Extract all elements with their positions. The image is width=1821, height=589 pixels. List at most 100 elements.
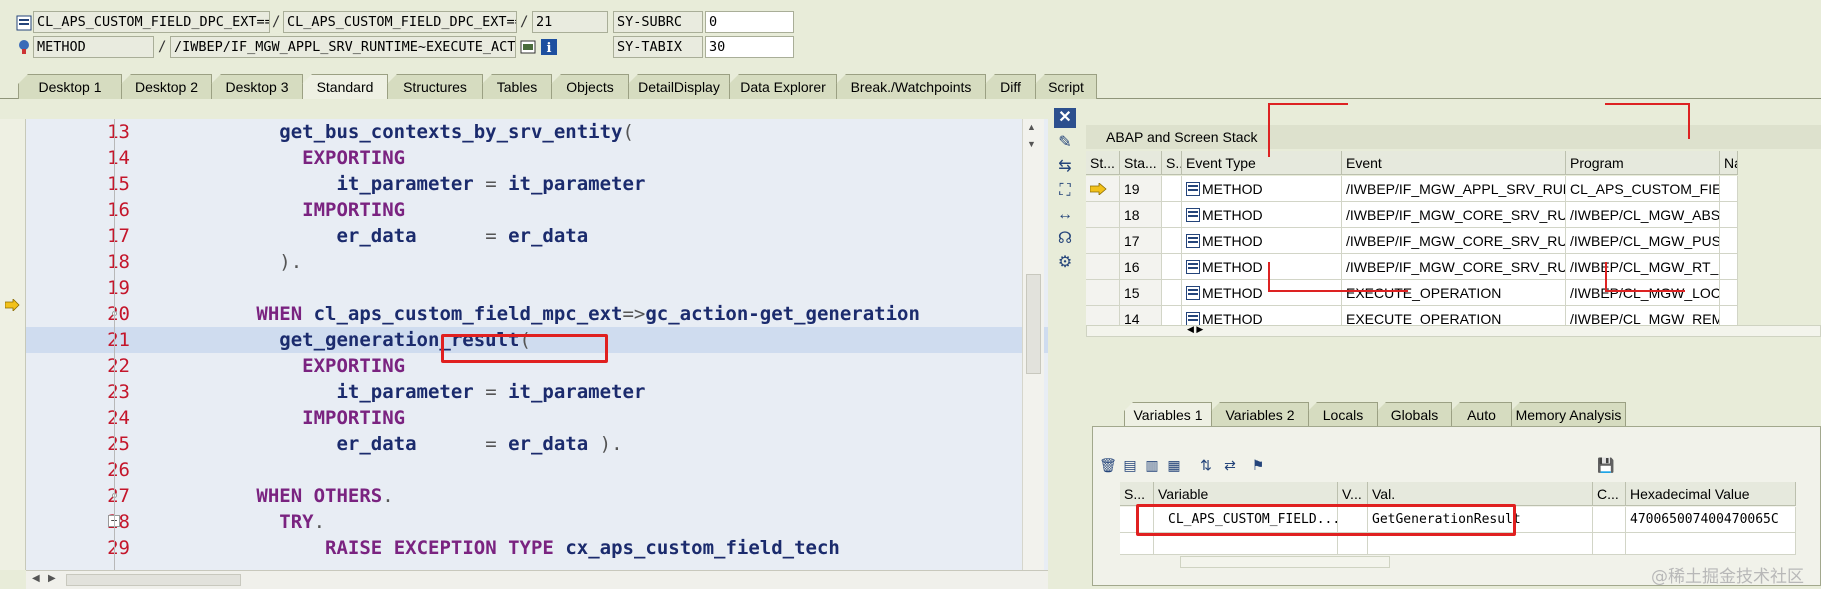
stack-cell[interactable]: METHOD	[1182, 176, 1342, 202]
stack-cell[interactable]	[1086, 202, 1120, 228]
stack-cell[interactable]: /IWBEP/CL_MGW_RT_D...	[1566, 254, 1720, 280]
variables-3-icon[interactable]: ▦	[1164, 456, 1184, 474]
stack-header-5[interactable]: Program	[1566, 151, 1720, 175]
stack-cell[interactable]	[1162, 254, 1182, 280]
tab-script[interactable]: Script	[1035, 74, 1097, 99]
sysvar2-value-field[interactable]: 30	[705, 36, 794, 58]
variables-icon[interactable]: ▤	[1120, 456, 1140, 474]
sort-icon[interactable]: ⇅	[1196, 456, 1216, 474]
display-object-icon[interactable]	[520, 39, 536, 55]
stack-cell[interactable]	[1720, 254, 1738, 280]
stack-cell[interactable]	[1720, 228, 1738, 254]
stack-hscroll[interactable]: ◀ ▶	[1086, 324, 1821, 337]
stack-cell[interactable]: METHOD	[1182, 254, 1342, 280]
tab-desktop-1[interactable]: Desktop 1	[18, 74, 122, 99]
stack-cell[interactable]	[1162, 202, 1182, 228]
stack-cell[interactable]: 18	[1120, 202, 1162, 228]
stack-header-4[interactable]: Event	[1342, 151, 1566, 175]
code-line-25[interactable]: 25 er_data = er_data ).	[26, 431, 1048, 457]
stack-header-1[interactable]: Sta...	[1120, 151, 1162, 175]
event-field[interactable]: /IWBEP/IF_MGW_APPL_SRV_RUNTIME~EXECUTE_A…	[170, 36, 516, 58]
tab-objects[interactable]: Objects	[551, 74, 629, 99]
program-field[interactable]: CL_APS_CUSTOM_FIELD_DPC_EXT==...	[33, 11, 270, 33]
var-tab-3[interactable]: Globals	[1377, 402, 1452, 427]
stack-cell[interactable]: /IWBEP/CL_MGW_PUSH...	[1566, 228, 1720, 254]
var-header-3[interactable]: Val.	[1368, 482, 1593, 506]
stack-cell[interactable]: 15	[1120, 280, 1162, 306]
scroll-left-icon[interactable]: ◀ ▶	[1187, 324, 1203, 335]
tab-data-explorer[interactable]: Data Explorer	[729, 74, 837, 99]
code-line-16[interactable]: 16 IMPORTING	[26, 197, 1048, 223]
variables-hscroll[interactable]	[1180, 556, 1390, 568]
sysvar-value-field[interactable]: 0	[705, 11, 794, 33]
var-header-4[interactable]: C...	[1593, 482, 1626, 506]
stack-cell[interactable]	[1086, 254, 1120, 280]
stack-cell[interactable]	[1720, 202, 1738, 228]
variables-2-icon[interactable]: ▥	[1142, 456, 1162, 474]
var-header-5[interactable]: Hexadecimal Value	[1626, 482, 1796, 506]
transfer-icon[interactable]: ⇄	[1220, 456, 1240, 474]
code-line-15[interactable]: 15 it_parameter = it_parameter	[26, 171, 1048, 197]
stack-cell[interactable]: METHOD	[1182, 202, 1342, 228]
stack-cell[interactable]: /IWBEP/IF_MGW_CORE_SRV_RUNTI...	[1342, 202, 1566, 228]
editor-vertical-scrollbar[interactable]: ▲ ▼	[1022, 119, 1044, 570]
close-icon[interactable]: ✕	[1054, 108, 1076, 128]
stack-cell[interactable]: EXECUTE_OPERATION	[1342, 280, 1566, 306]
var-header-2[interactable]: V...	[1338, 482, 1368, 506]
code-line-24[interactable]: 24 IMPORTING	[26, 405, 1048, 431]
code-line-14[interactable]: 14 EXPORTING	[26, 145, 1048, 171]
code-line-20[interactable]: 20 WHEN cl_aps_custom_field_mpc_ext=>gc_…	[26, 301, 1048, 327]
info-icon[interactable]: i	[541, 39, 557, 56]
h-scroll-thumb[interactable]	[66, 574, 241, 586]
scroll-up-icon[interactable]: ▲	[1027, 122, 1036, 132]
code-line-13[interactable]: 13 get_bus_contexts_by_srv_entity(	[26, 119, 1048, 145]
sysvar-name-field[interactable]: SY-SUBRC	[613, 11, 703, 33]
stack-cell[interactable]	[1162, 228, 1182, 254]
var-empty-cell[interactable]	[1338, 533, 1368, 555]
var-empty-cell[interactable]	[1120, 533, 1154, 555]
code-line-27[interactable]: 27 WHEN OTHERS.	[26, 483, 1048, 509]
stack-cell[interactable]: METHOD	[1182, 228, 1342, 254]
sysvar2-name-field[interactable]: SY-TABIX	[613, 36, 703, 58]
stack-cell[interactable]: /IWBEP/IF_MGW_CORE_SRV_RUNTI...	[1342, 228, 1566, 254]
maximize-icon[interactable]: ⛶	[1054, 181, 1076, 201]
current-frame-arrow-icon[interactable]	[1086, 176, 1120, 202]
stack-cell[interactable]	[1162, 176, 1182, 202]
var-tab-0[interactable]: Variables 1	[1124, 402, 1212, 427]
code-line-29[interactable]: 29 RAISE EXCEPTION TYPE cx_aps_custom_fi…	[26, 535, 1048, 561]
scroll-right-icon[interactable]: ▶	[48, 573, 56, 584]
tab-desktop-3[interactable]: Desktop 3	[211, 74, 303, 99]
stack-cell[interactable]: CL_APS_CUSTOM_FIELD...	[1566, 176, 1720, 202]
stack-cell[interactable]: /IWBEP/CL_MGW_LOCA...	[1566, 280, 1720, 306]
code-line-26[interactable]: 26	[26, 457, 1048, 483]
code-line-28[interactable]: 28 TRY.−	[26, 509, 1048, 535]
stack-cell[interactable]	[1086, 228, 1120, 254]
stack-header-0[interactable]: St...	[1086, 151, 1120, 175]
var-tab-5[interactable]: Memory Analysis	[1511, 402, 1626, 427]
tab-structures[interactable]: Structures	[387, 74, 483, 99]
stack-header-3[interactable]: Event Type	[1182, 151, 1342, 175]
stack-cell[interactable]: METHOD	[1182, 280, 1342, 306]
line-field[interactable]: 21	[532, 11, 608, 33]
var-tab-1[interactable]: Variables 2	[1211, 402, 1309, 427]
include-field[interactable]: CL_APS_CUSTOM_FIELD_DPC_EXT==...	[283, 11, 517, 33]
var-tab-4[interactable]: Auto	[1451, 402, 1512, 427]
stack-cell[interactable]	[1162, 280, 1182, 306]
editor-horizontal-scrollbar[interactable]: ◀ ▶	[26, 570, 1048, 589]
stack-cell[interactable]	[1720, 176, 1738, 202]
stack-cell[interactable]	[1720, 280, 1738, 306]
var-empty-cell[interactable]	[1593, 533, 1626, 555]
code-line-17[interactable]: 17 er_data = er_data	[26, 223, 1048, 249]
stack-header-6[interactable]: Na	[1720, 151, 1738, 175]
delete-icon[interactable]: 🗑	[1098, 456, 1118, 474]
resize-icon[interactable]: ↔	[1054, 205, 1076, 225]
tab-desktop-2[interactable]: Desktop 2	[121, 74, 212, 99]
code-line-18[interactable]: 18 ).	[26, 249, 1048, 275]
scroll-left-icon[interactable]: ◀	[32, 573, 40, 584]
var-tab-2[interactable]: Locals	[1308, 402, 1378, 427]
save-icon[interactable]: 💾	[1596, 456, 1616, 474]
filter-icon[interactable]: ⚑	[1248, 456, 1268, 474]
stack-cell[interactable]: 17	[1120, 228, 1162, 254]
tab-detaildisplay[interactable]: DetailDisplay	[628, 74, 730, 99]
tab-diff[interactable]: Diff	[985, 74, 1036, 99]
